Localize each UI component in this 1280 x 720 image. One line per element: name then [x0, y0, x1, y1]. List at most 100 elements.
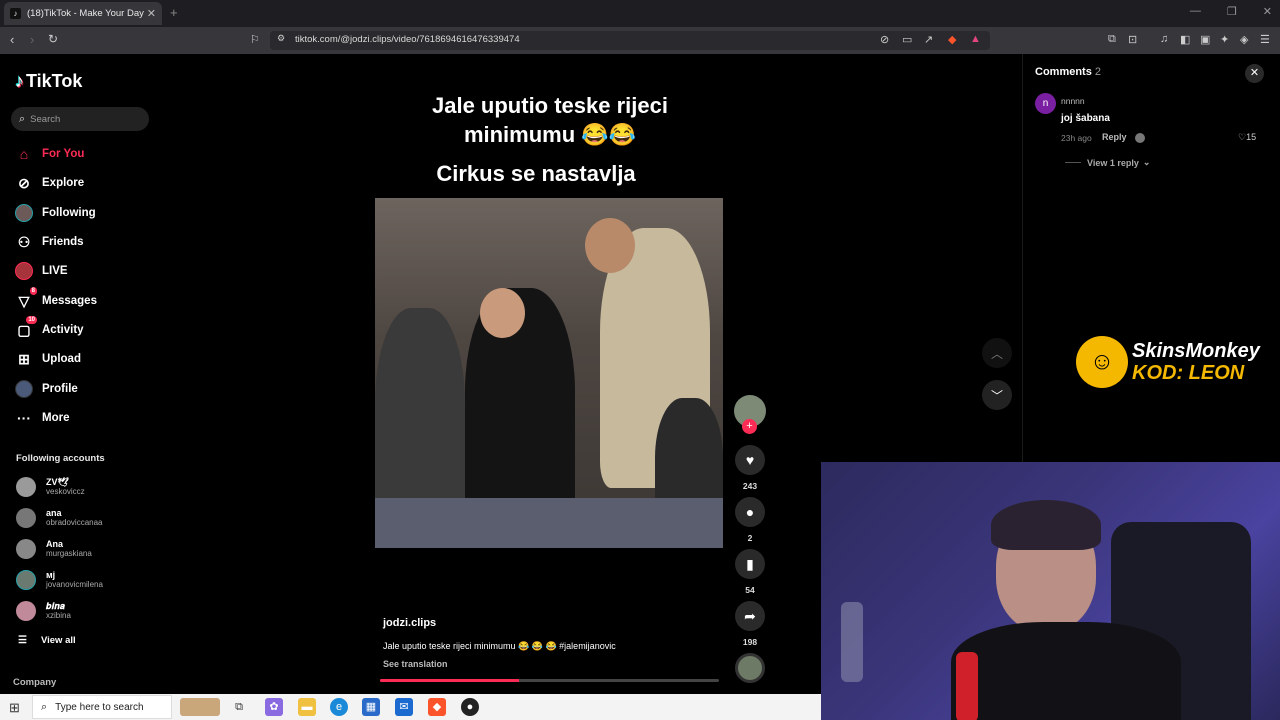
logo-text: TikTok	[26, 71, 83, 91]
avatar	[16, 601, 36, 621]
divider	[1065, 162, 1081, 163]
company-link[interactable]: Company	[13, 677, 56, 688]
site-info-icon[interactable]: ⚙	[277, 33, 285, 44]
dots-icon: ···	[17, 410, 31, 426]
account-username: jovanovicmilena	[46, 580, 103, 589]
reload-icon[interactable]: ↻	[48, 32, 58, 46]
comment-like-button[interactable]: ♡15	[1238, 132, 1256, 143]
close-comments-icon[interactable]: ✕	[1245, 64, 1264, 83]
minimize-icon[interactable]: —	[1190, 5, 1201, 18]
video-progress-bar[interactable]	[380, 679, 719, 682]
window-controls: — ❐ ✕	[1190, 5, 1272, 18]
account-item[interactable]: мј jovanovicmilena	[16, 567, 103, 593]
close-window-icon[interactable]: ✕	[1263, 5, 1272, 18]
file-explorer-icon[interactable]: ▬	[298, 698, 316, 716]
chevron-down-icon: ⌄	[1142, 157, 1151, 167]
tab-close-icon[interactable]: ✕	[147, 7, 156, 20]
creator-liked-avatar	[1135, 133, 1145, 143]
search-input[interactable]: ⌕ Search	[11, 107, 149, 131]
sponsor-name: SkinsMonkey	[1132, 340, 1260, 362]
weather-widget-icon[interactable]	[180, 698, 220, 716]
bookmark-icon: ▮	[735, 549, 765, 579]
store-icon[interactable]: ▦	[362, 698, 380, 716]
copilot-icon[interactable]: ✿	[265, 698, 283, 716]
comments-count: 2	[1094, 66, 1101, 78]
share-page-icon[interactable]: ↗	[924, 33, 933, 46]
following-accounts-title: Following accounts	[16, 453, 105, 464]
music-icon[interactable]: ♫	[1160, 33, 1168, 45]
reply-button[interactable]: Reply	[1102, 132, 1127, 142]
comment-button[interactable]: ● 2	[734, 497, 766, 543]
nav-label: Activity	[42, 324, 84, 336]
screenshot-icon[interactable]: ⊡	[1128, 33, 1137, 46]
nav-upload[interactable]: ⊞ Upload	[14, 348, 81, 370]
nav-following[interactable]: Following	[14, 202, 96, 224]
cast-off-icon[interactable]: ⊘	[880, 33, 889, 46]
share-button[interactable]: ➦ 198	[734, 601, 766, 647]
share-count: 198	[742, 637, 758, 647]
restore-icon[interactable]: ❐	[1227, 5, 1237, 18]
account-name: ana	[46, 508, 62, 518]
taskbar-search-input[interactable]: ⌕ Type here to search	[32, 695, 172, 719]
obs-icon[interactable]: ●	[461, 698, 479, 716]
taskbar-search-placeholder: Type here to search	[55, 701, 144, 713]
follow-plus-icon[interactable]: +	[742, 419, 757, 434]
wallet-icon[interactable]: ▣	[1200, 33, 1210, 46]
tiktok-logo[interactable]: ♪ TikTok	[15, 71, 82, 92]
commenter-avatar[interactable]: n	[1035, 93, 1056, 114]
nav-messages[interactable]: ▽ 8 Messages	[14, 287, 97, 312]
brave-shield-icon[interactable]: ◆	[948, 33, 956, 46]
windows-start-icon[interactable]: ⊞	[9, 700, 20, 716]
video-author[interactable]: jodzi.clips	[383, 617, 436, 629]
nav-friends[interactable]: ⚇ Friends	[14, 231, 84, 253]
previous-video-button[interactable]: ︿	[982, 338, 1012, 368]
avatar	[16, 570, 36, 590]
account-item[interactable]: 𝒃𝒊𝒏𝒂 xzibina	[16, 598, 71, 624]
account-item[interactable]: ZV🕊 veskoviccz	[16, 474, 85, 500]
nav-activity[interactable]: ▢ 10 Activity	[14, 316, 84, 341]
nav-label: Messages	[42, 295, 97, 307]
nav-profile[interactable]: Profile	[14, 378, 78, 400]
account-name: мј	[46, 570, 56, 580]
browser-tab[interactable]: ♪ (18)TikTok - Make Your Day ✕	[4, 2, 162, 25]
video-caption-line1: Jale uputio teske rijeci minimumu 😂😂	[432, 93, 668, 147]
mail-icon[interactable]: ✉	[395, 698, 413, 716]
search-icon: ⌕	[19, 112, 26, 125]
like-button[interactable]: ♥ 243	[734, 445, 766, 491]
nav-live[interactable]: LIVE	[14, 260, 68, 282]
commenter-username[interactable]: nnnnn	[1061, 96, 1085, 106]
account-item[interactable]: Ana murgaskiana	[16, 536, 92, 562]
menu-icon[interactable]: ☰	[1260, 33, 1270, 46]
see-translation-link[interactable]: See translation	[383, 659, 448, 669]
next-video-button[interactable]: ﹀	[982, 380, 1012, 410]
screen-icon[interactable]: ▭	[902, 33, 912, 46]
nav-for-you[interactable]: ⌂ For You	[14, 143, 85, 165]
tiktok-note-icon: ♪	[15, 71, 24, 91]
sidebar-toggle-icon[interactable]: ◧	[1180, 33, 1190, 46]
back-icon[interactable]: ‹	[10, 32, 14, 47]
inbox-icon: ▢ 10	[17, 316, 37, 338]
music-disc-icon[interactable]	[735, 653, 765, 683]
rewards-icon[interactable]: ▲	[970, 33, 981, 45]
edge-icon[interactable]: e	[330, 698, 348, 716]
bookmark-icon[interactable]: ⚐	[250, 33, 260, 46]
activity-badge: 10	[26, 316, 37, 324]
task-view-icon[interactable]: ⧉	[230, 698, 248, 716]
nav-explore[interactable]: ⊘ Explore	[14, 172, 84, 194]
leo-ai-icon[interactable]: ✦	[1220, 33, 1229, 46]
vpn-icon[interactable]: ◈	[1240, 33, 1248, 46]
forward-icon[interactable]: ›	[30, 32, 34, 47]
live-icon	[14, 261, 34, 281]
comment-text: joj šabana	[1061, 113, 1110, 124]
brave-icon[interactable]: ◆	[428, 698, 446, 716]
save-button[interactable]: ▮ 54	[734, 549, 766, 595]
video-player[interactable]	[375, 198, 723, 548]
extensions-icon[interactable]: ⧉	[1108, 33, 1116, 46]
account-item[interactable]: ana obradoviccanaa	[16, 505, 102, 531]
url-text[interactable]: tiktok.com/@jodzi.clips/video/7618694616…	[295, 34, 520, 45]
nav-more[interactable]: ··· More	[14, 407, 69, 429]
view-all-link[interactable]: ☰ View all	[18, 635, 76, 646]
browser-tab-bar	[0, 0, 1280, 27]
new-tab-button[interactable]: +	[170, 5, 178, 20]
view-replies-button[interactable]: View 1 reply ⌄	[1065, 157, 1150, 168]
